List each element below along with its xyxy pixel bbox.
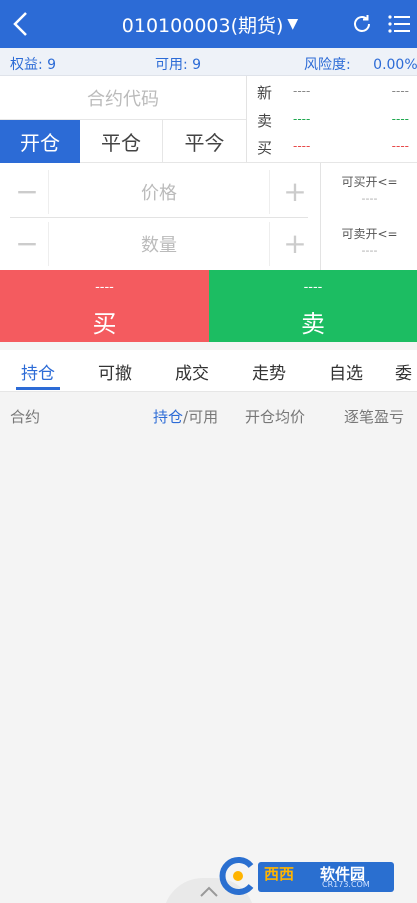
bottom-tab-bar: 持仓 可撤 成交 走势 自选 委 bbox=[0, 350, 417, 392]
quote-box: 新 ---- ---- 卖 ---- ---- 买 ---- ---- bbox=[246, 76, 417, 163]
chevron-up-icon bbox=[200, 886, 218, 897]
price-input[interactable]: 价格 bbox=[48, 170, 270, 214]
tab-orders[interactable]: 委 bbox=[395, 350, 417, 391]
latest-change: ---- bbox=[391, 84, 409, 98]
latest-label: 新 bbox=[257, 84, 273, 102]
account-selector[interactable]: 010100003(期货) ▼ bbox=[90, 0, 330, 48]
tab-filled[interactable]: 成交 bbox=[164, 350, 220, 391]
quote-row-ask: 卖 ---- ---- bbox=[257, 110, 417, 132]
watermark-banner: 西西 软件园 CR173.COM bbox=[258, 862, 394, 892]
tab-positions[interactable]: 持仓 bbox=[10, 350, 66, 391]
tab-trend[interactable]: 走势 bbox=[241, 350, 297, 391]
tab-cancellable[interactable]: 可撤 bbox=[87, 350, 143, 391]
top-bar: 010100003(期货) ▼ bbox=[0, 0, 417, 48]
positions-table-header: 合约 持仓/可用 开仓均价 逐笔盈亏 bbox=[0, 392, 417, 436]
menu-button[interactable] bbox=[387, 12, 411, 36]
active-tab-indicator bbox=[16, 387, 60, 390]
col-avg-price: 开仓均价 bbox=[245, 408, 306, 426]
can-sell-open-label: 可卖开<= bbox=[341, 227, 398, 241]
quantity-input[interactable]: 数量 bbox=[48, 222, 270, 266]
buy-price: ---- bbox=[95, 280, 114, 295]
col-position-highlight: 持仓 bbox=[153, 408, 184, 426]
watermark-brand-primary: 西西 bbox=[264, 865, 295, 883]
list-menu-icon bbox=[388, 15, 410, 33]
page-title: 010100003(期货) bbox=[121, 14, 284, 37]
contract-code-input[interactable]: 合约代码 bbox=[0, 76, 246, 120]
watermark: 西西 软件园 CR173.COM bbox=[218, 856, 398, 896]
order-panel: 合约代码 开仓 平仓 平今 新 ---- ---- 卖 ---- ---- 买 … bbox=[0, 76, 417, 270]
tab-watchlist[interactable]: 自选 bbox=[318, 350, 374, 391]
ask-price: ---- bbox=[293, 112, 311, 126]
buy-button[interactable]: ---- 买 bbox=[0, 270, 209, 342]
col-position-available: /可用 bbox=[183, 408, 219, 426]
dropdown-arrow-icon: ▼ bbox=[287, 16, 299, 32]
bid-volume: ---- bbox=[391, 139, 409, 153]
can-buy-open-label: 可买开<= bbox=[341, 175, 398, 189]
refresh-button[interactable] bbox=[350, 12, 374, 36]
latest-price: ---- bbox=[293, 84, 311, 98]
account-summary: 权益: 9 可用: 9 风险度: 0.00% bbox=[0, 48, 417, 76]
bid-label: 买 bbox=[257, 139, 273, 157]
ask-label: 卖 bbox=[257, 112, 273, 130]
quote-row-latest: 新 ---- ---- bbox=[257, 82, 417, 104]
risk-indicator: 风险度: 0.00% bbox=[304, 54, 417, 74]
watermark-url: CR173.COM bbox=[322, 880, 370, 889]
price-minus-button[interactable]: − bbox=[12, 175, 42, 208]
quantity-minus-button[interactable]: − bbox=[12, 227, 42, 260]
sell-price: ---- bbox=[303, 280, 323, 295]
price-stepper: − 价格 + bbox=[10, 170, 308, 214]
equity-value: 权益: 9 bbox=[10, 57, 57, 73]
risk-label: 风险度: bbox=[304, 57, 351, 73]
buy-label: 买 bbox=[92, 310, 117, 338]
divider bbox=[10, 217, 308, 218]
col-profit-loss: 逐笔盈亏 bbox=[344, 408, 405, 426]
bid-price: ---- bbox=[293, 139, 311, 153]
action-tabs: 开仓 平仓 平今 bbox=[0, 120, 246, 163]
risk-value: 0.00% bbox=[373, 57, 417, 73]
price-plus-button[interactable]: + bbox=[280, 175, 310, 208]
refresh-icon bbox=[354, 15, 370, 32]
col-contract: 合约 bbox=[10, 408, 41, 426]
tab-close-position[interactable]: 平仓 bbox=[80, 120, 163, 163]
tab-open-position[interactable]: 开仓 bbox=[0, 120, 80, 163]
can-buy-open-value: ---- bbox=[361, 192, 378, 205]
chevron-left-icon bbox=[13, 12, 27, 36]
quantity-stepper: − 数量 + bbox=[10, 222, 308, 266]
quote-row-bid: 买 ---- ---- bbox=[257, 137, 417, 159]
watermark-logo-icon bbox=[219, 857, 254, 895]
ask-volume: ---- bbox=[391, 112, 409, 126]
can-sell-open-value: ---- bbox=[361, 244, 378, 257]
col-position[interactable]: 持仓/可用 bbox=[153, 406, 218, 427]
sell-button[interactable]: ---- 卖 bbox=[209, 270, 417, 342]
quantity-plus-button[interactable]: + bbox=[280, 227, 310, 260]
back-button[interactable] bbox=[6, 8, 38, 40]
tab-close-today[interactable]: 平今 bbox=[163, 120, 246, 163]
availability-box: 可买开<= ---- 可卖开<= ---- bbox=[320, 163, 417, 270]
available-value: 可用: 9 bbox=[155, 57, 202, 73]
sell-label: 卖 bbox=[301, 310, 325, 338]
